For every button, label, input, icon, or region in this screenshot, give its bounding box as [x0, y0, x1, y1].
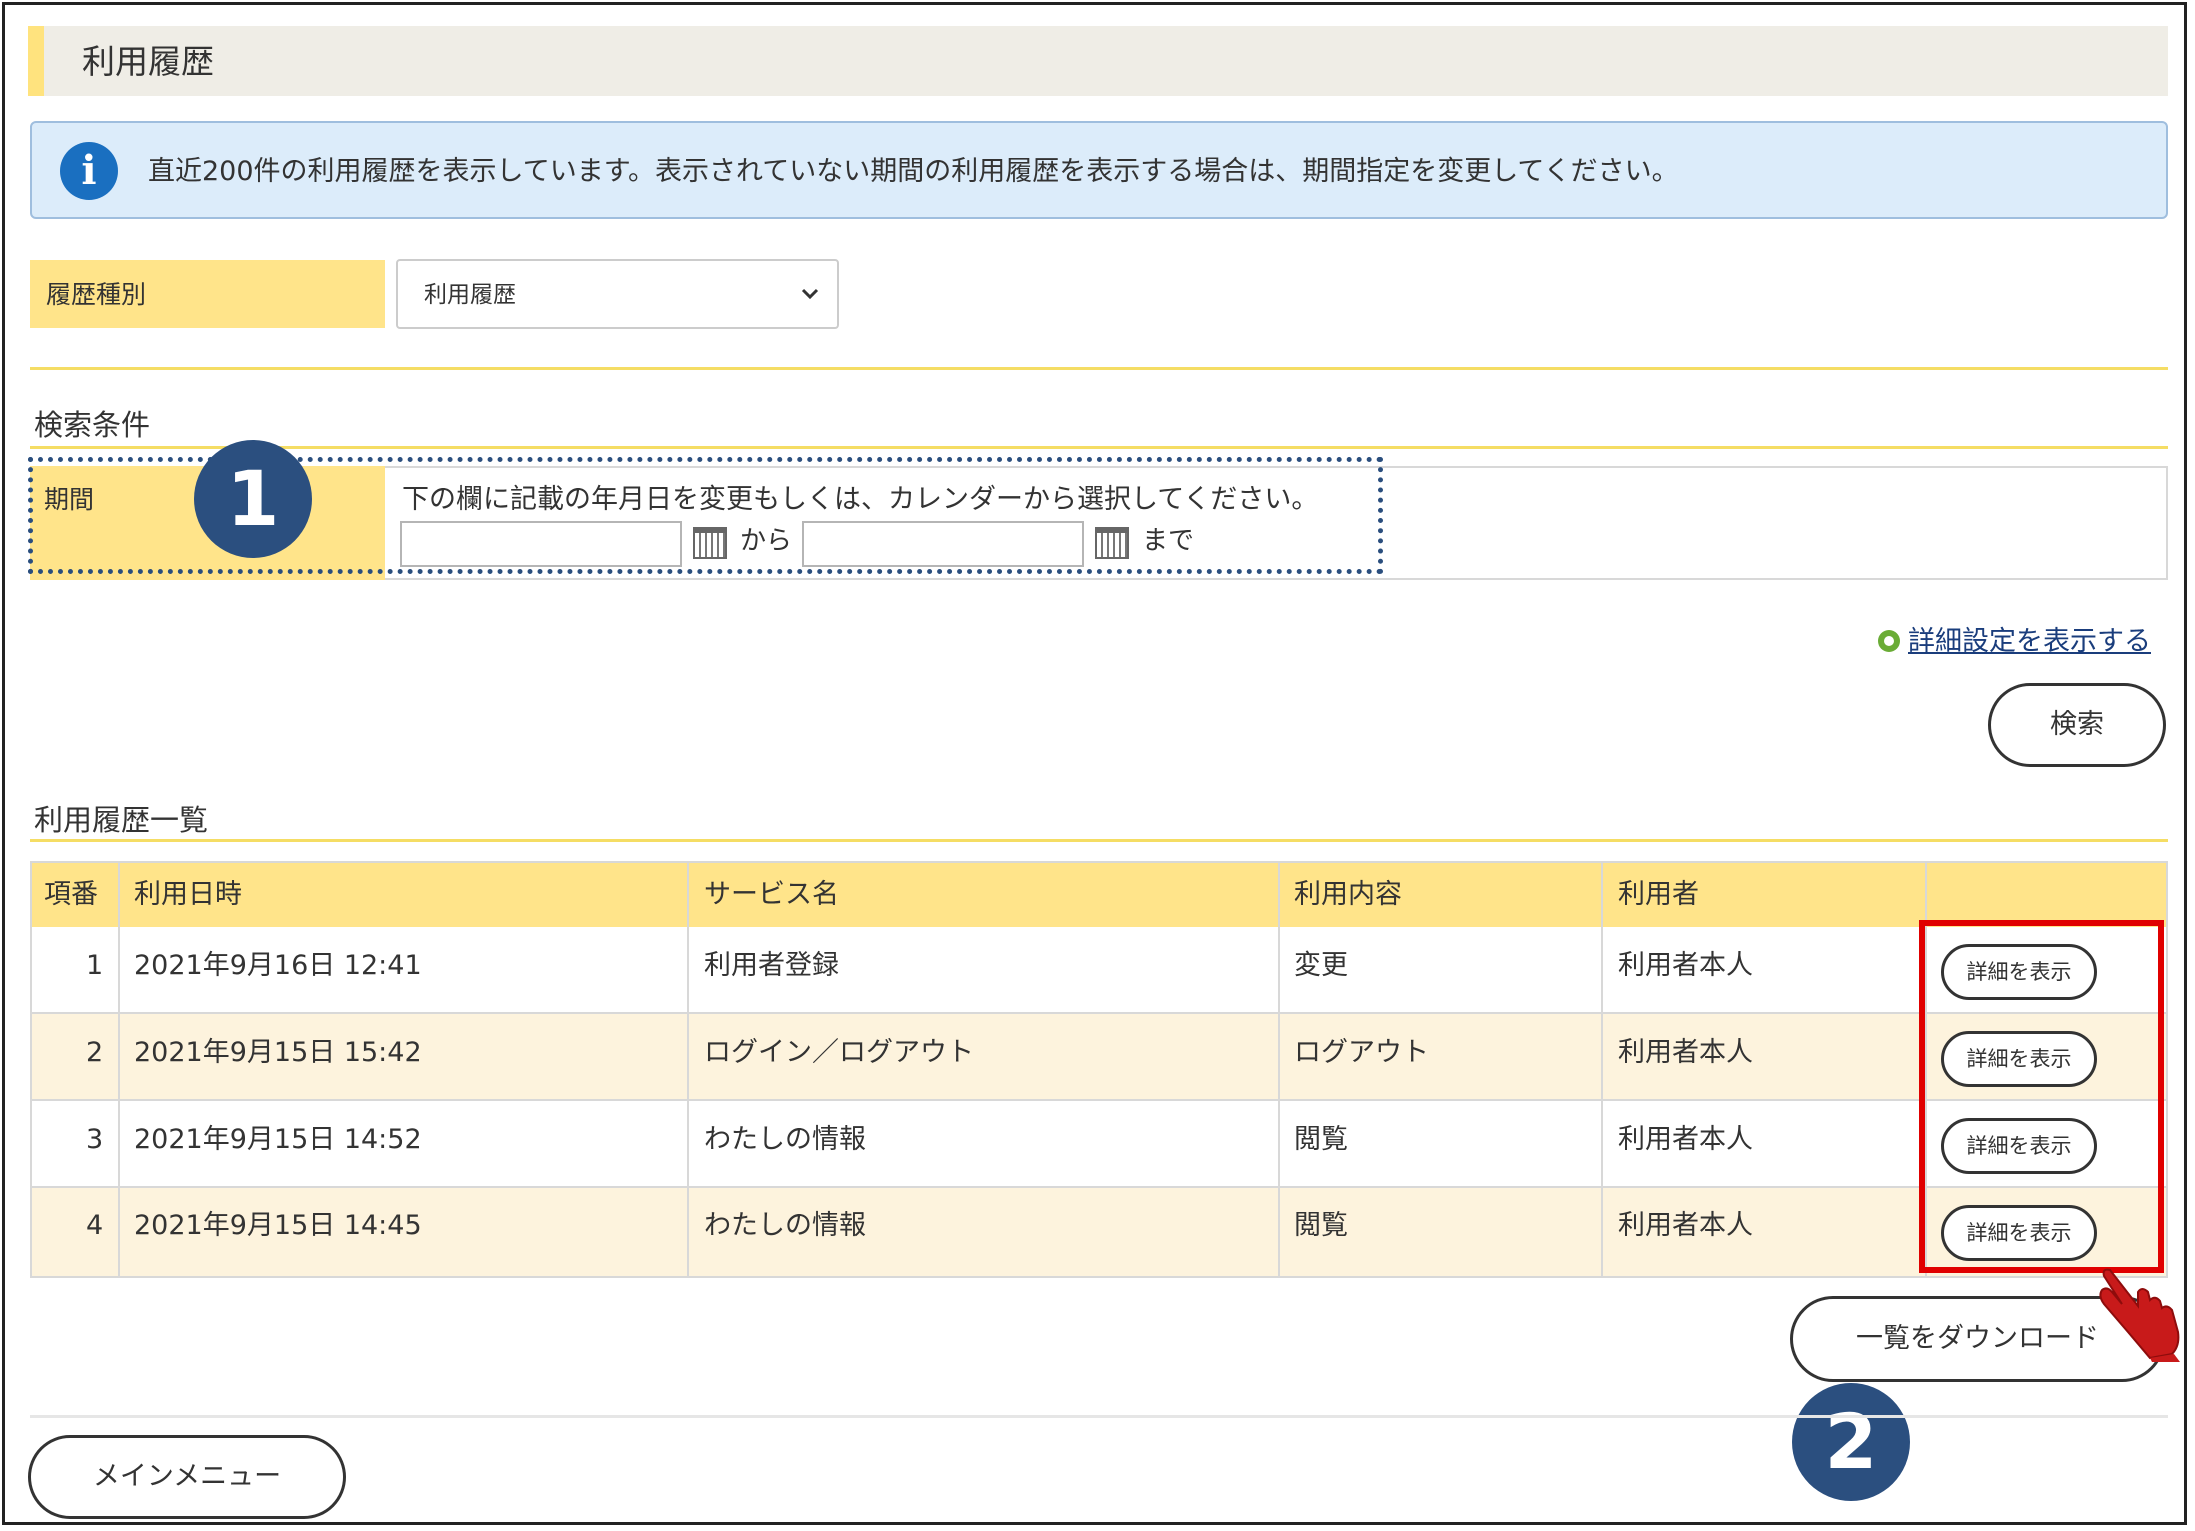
cell-user: 利用者本人 — [1618, 1037, 1753, 1068]
history-type-select-value: 利用履歴 — [424, 282, 516, 308]
cell-datetime: 2021年9月15日 14:52 — [134, 1124, 422, 1155]
advanced-settings-link[interactable]: 詳細設定を表示する — [1908, 624, 2151, 660]
search-button[interactable]: 検索 — [1988, 683, 2166, 767]
list-title-underline — [30, 839, 2168, 842]
cell-no: 1 — [86, 950, 104, 981]
cell-content: 閲覧 — [1294, 1124, 1348, 1155]
page-title: 利用履歴 — [82, 42, 214, 81]
cell-no: 3 — [86, 1124, 104, 1155]
cell-service: わたしの情報 — [704, 1210, 866, 1241]
cell-content: 変更 — [1294, 950, 1348, 981]
annotation-red-highlight — [1919, 920, 2164, 1273]
cell-content: ログアウト — [1294, 1037, 1429, 1068]
cell-service: わたしの情報 — [704, 1124, 866, 1155]
cell-user: 利用者本人 — [1618, 1124, 1753, 1155]
cell-datetime: 2021年9月16日 12:41 — [134, 950, 422, 981]
column-divider — [118, 861, 120, 1278]
column-header-no: 項番 — [44, 879, 98, 910]
annotation-marker-2: 2 — [1792, 1383, 1910, 1501]
history-list-title: 利用履歴一覧 — [34, 803, 209, 837]
cell-no: 2 — [86, 1037, 104, 1068]
column-divider — [1601, 861, 1603, 1278]
cell-content: 閲覧 — [1294, 1210, 1348, 1241]
cell-no: 4 — [86, 1210, 104, 1241]
column-header-content: 利用内容 — [1294, 879, 1402, 910]
cell-service: 利用者登録 — [704, 950, 839, 981]
info-message: 直近200件の利用履歴を表示しています。表示されていない期間の利用履歴を表示する… — [148, 156, 1679, 187]
column-divider — [1278, 861, 1280, 1278]
cell-service: ログイン／ログアウト — [704, 1037, 974, 1068]
footer-divider — [30, 1415, 2168, 1418]
main-menu-button[interactable]: メインメニュー — [28, 1435, 346, 1519]
column-header-user: 利用者 — [1618, 879, 1699, 910]
cell-user: 利用者本人 — [1618, 1210, 1753, 1241]
search-title-underline — [30, 446, 2168, 449]
annotation-marker-1: 1 — [194, 440, 312, 558]
info-icon: i — [60, 142, 118, 200]
chevron-down-icon — [800, 278, 820, 308]
history-type-label: 履歴種別 — [46, 280, 147, 309]
column-divider — [687, 861, 689, 1278]
cell-datetime: 2021年9月15日 14:45 — [134, 1210, 422, 1241]
circle-bullet-icon — [1878, 630, 1900, 652]
column-header-service: サービス名 — [704, 879, 839, 910]
column-header-datetime: 利用日時 — [134, 879, 242, 910]
page-header — [28, 26, 2168, 96]
cell-user: 利用者本人 — [1618, 950, 1753, 981]
hand-pointer-icon — [2092, 1262, 2192, 1362]
search-conditions-title: 検索条件 — [34, 408, 151, 442]
cell-datetime: 2021年9月15日 15:42 — [134, 1037, 422, 1068]
section-divider — [30, 367, 2168, 370]
